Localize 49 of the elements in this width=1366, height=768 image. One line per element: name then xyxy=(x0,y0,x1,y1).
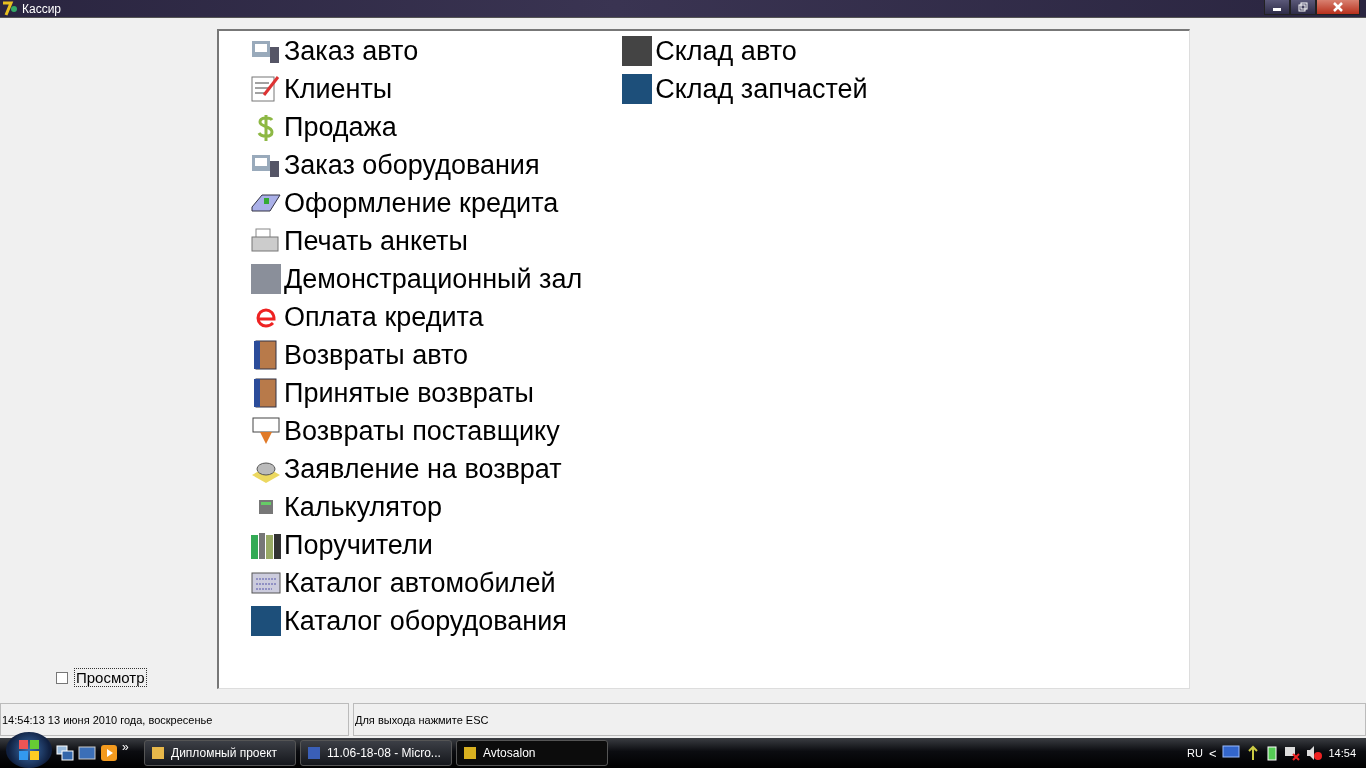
menu-item[interactable]: Возвраты авто xyxy=(250,336,583,374)
speaker-muted-icon[interactable] xyxy=(1306,745,1323,761)
restore-icon xyxy=(1298,2,1308,12)
preview-label: Просмотр xyxy=(74,668,147,687)
network-disconnected-icon[interactable] xyxy=(1284,745,1301,761)
taskbar-button[interactable]: 11.06-18-08 - Micro... xyxy=(300,740,452,766)
close-icon xyxy=(1332,2,1344,12)
menu-item[interactable]: Каталог оборудования xyxy=(250,602,583,640)
menu-item[interactable]: Заявление на возврат xyxy=(250,450,583,488)
menu-item[interactable]: Склад авто xyxy=(621,32,868,70)
preview-checkbox[interactable] xyxy=(56,671,68,684)
status-datetime: 14:54:13 13 июня 2010 года, воскресенье xyxy=(0,703,349,736)
status-hint: Для выхода нажмите ESC xyxy=(353,703,1366,736)
menu-item[interactable]: Оплата кредита xyxy=(250,298,583,336)
menu-item[interactable]: Каталог автомобилей xyxy=(250,564,583,602)
tray-expand-button[interactable]: < xyxy=(1208,745,1217,761)
windows-icon[interactable] xyxy=(56,745,74,761)
start-button[interactable] xyxy=(6,732,52,768)
clock[interactable]: 14:54 xyxy=(1328,747,1356,759)
play-icon[interactable] xyxy=(100,744,118,762)
photo-placeholder xyxy=(621,35,654,67)
monitor-icon[interactable] xyxy=(1222,745,1241,761)
menu-item[interactable]: Калькулятор xyxy=(250,488,583,526)
close-button[interactable] xyxy=(1316,0,1360,15)
menu-item[interactable]: Оформление кредита xyxy=(250,184,583,222)
minimize-button[interactable] xyxy=(1264,0,1290,15)
menu-item[interactable]: Возвраты поставщику xyxy=(250,412,583,450)
more-button[interactable]: » xyxy=(122,740,140,754)
menu-item[interactable]: Склад запчастей xyxy=(621,70,868,108)
menu-item[interactable]: Клиенты xyxy=(250,70,583,108)
desktop-icon[interactable] xyxy=(78,745,96,761)
restore-button[interactable] xyxy=(1290,0,1316,15)
windows-logo-icon xyxy=(18,739,40,761)
menu-item[interactable]: Принятые возвраты xyxy=(250,374,583,412)
menu-item[interactable]: Демонстрационный зал xyxy=(250,260,583,298)
photo-placeholder xyxy=(621,73,654,105)
menu-item[interactable]: Заказ авто xyxy=(250,32,583,70)
photo-placeholder xyxy=(250,605,282,637)
battery-icon[interactable] xyxy=(1266,745,1279,761)
menu-item[interactable]: Печать анкеты xyxy=(250,222,583,260)
menu-item[interactable]: Поручители xyxy=(250,526,583,564)
menu-item[interactable]: Заказ оборудования xyxy=(250,146,583,184)
taskbar-button[interactable]: Avtosalon xyxy=(456,740,608,766)
taskbar-button[interactable]: Дипломный проект xyxy=(144,740,296,766)
photo-placeholder xyxy=(250,263,282,295)
window-title: Кассир xyxy=(22,1,63,16)
menu-item[interactable]: Продажа xyxy=(250,108,583,146)
notepad-icon xyxy=(250,73,282,105)
language-indicator[interactable]: RU xyxy=(1187,747,1203,759)
